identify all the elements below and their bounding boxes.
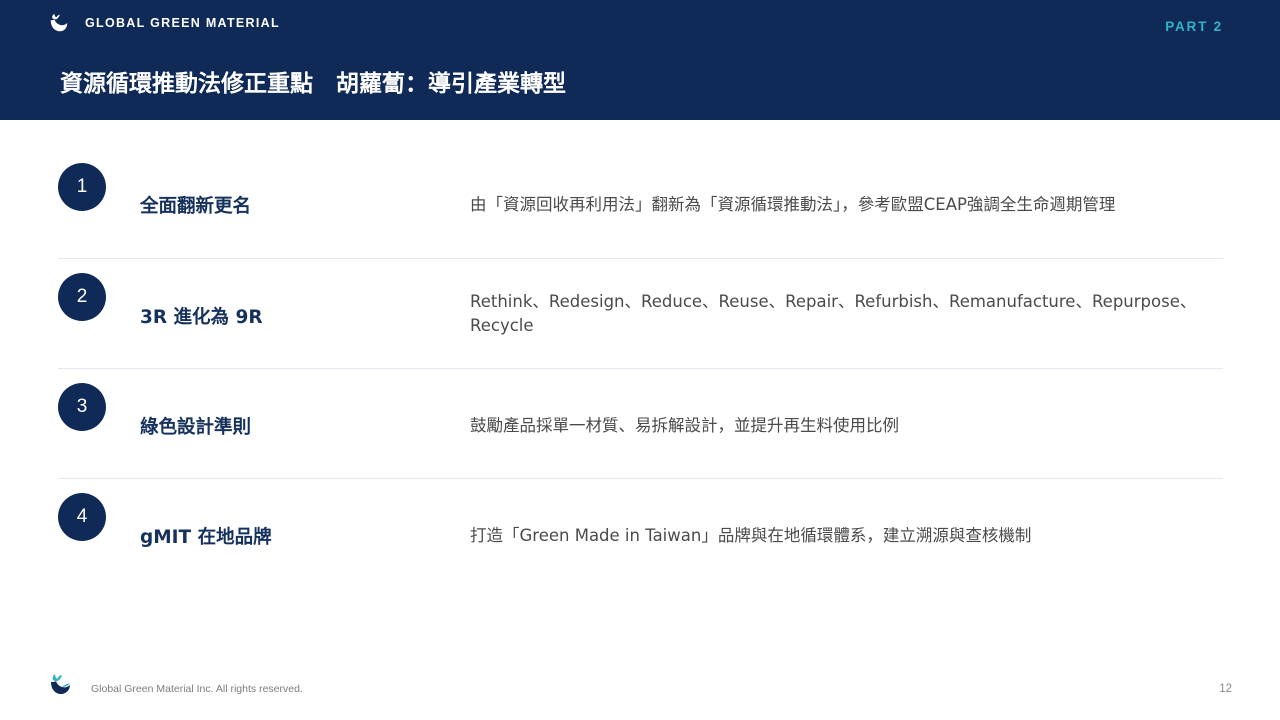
item-title: 全面翻新更名	[140, 196, 252, 217]
list-item: 3 綠色設計準則 鼓勵產品採單一材質、易拆解設計，並提升再生料使用比例	[58, 368, 1223, 478]
item-description: 由「資源回收再利用法」翻新為「資源循環推動法」，參考歐盟CEAP強調全生命週期管…	[470, 195, 1116, 214]
item-number-badge: 3	[58, 383, 106, 431]
list-item: 1 全面翻新更名 由「資源回收再利用法」翻新為「資源循環推動法」，參考歐盟CEA…	[58, 148, 1223, 258]
brand: GLOBAL GREEN MATERIAL	[48, 12, 280, 34]
list-item: 2 3R 進化為 9R Rethink、Redesign、Reduce、Reus…	[58, 258, 1223, 368]
item-title: 綠色設計準則	[140, 417, 252, 438]
item-description: Rethink、Redesign、Reduce、Reuse、Repair、Ref…	[470, 292, 1197, 335]
page-number: 12	[1219, 683, 1232, 695]
item-number-badge: 2	[58, 273, 106, 321]
item-title: 3R 進化為 9R	[140, 307, 263, 328]
item-title: gMIT 在地品牌	[140, 527, 272, 548]
key-points-list: 1 全面翻新更名 由「資源回收再利用法」翻新為「資源循環推動法」，參考歐盟CEA…	[58, 148, 1223, 588]
part-label: PART 2	[1165, 19, 1223, 34]
item-description: 鼓勵產品採單一材質、易拆解設計，並提升再生料使用比例	[470, 416, 899, 435]
item-number-badge: 4	[58, 493, 106, 541]
page-title: 資源循環推動法修正重點 胡蘿蔔：導引產業轉型	[60, 71, 566, 97]
item-number-badge: 1	[58, 163, 106, 211]
item-description: 打造「Green Made in Taiwan」品牌與在地循環體系，建立溯源與查…	[470, 526, 1032, 545]
whale-logo-icon	[50, 13, 68, 32]
copyright-text: Global Green Material Inc. All rights re…	[91, 683, 303, 695]
whale-logo-icon	[51, 674, 70, 694]
brand-name: GLOBAL GREEN MATERIAL	[85, 16, 280, 30]
header-bar: GLOBAL GREEN MATERIAL PART 2 資源循環推動法修正重點…	[0, 0, 1280, 120]
list-item: 4 gMIT 在地品牌 打造「Green Made in Taiwan」品牌與在…	[58, 478, 1223, 588]
